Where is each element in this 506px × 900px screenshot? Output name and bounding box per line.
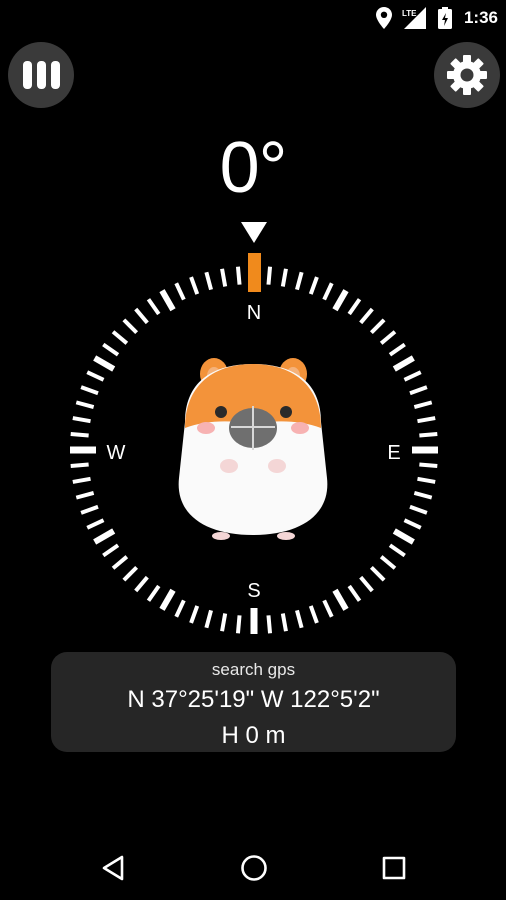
home-button[interactable] xyxy=(232,846,276,890)
compass-tick xyxy=(322,282,334,301)
compass-tick xyxy=(220,613,228,632)
status-bar: LTE 1:36 xyxy=(0,0,506,36)
compass-tick xyxy=(417,416,436,424)
compass-tick xyxy=(419,462,438,469)
compass-tick xyxy=(409,504,428,515)
compass-tick xyxy=(379,555,397,570)
compass-tick xyxy=(159,588,176,611)
compass-tick xyxy=(174,599,186,618)
compass-tick xyxy=(189,276,200,295)
compass-tick xyxy=(159,289,176,312)
compass-tick xyxy=(403,370,422,382)
compass-tick xyxy=(409,385,428,396)
compass-tick xyxy=(72,416,91,424)
compass-tick xyxy=(102,342,120,357)
menu-button[interactable] xyxy=(8,42,74,108)
compass-tick xyxy=(308,605,319,624)
compass-tick xyxy=(204,271,213,291)
compass-tick xyxy=(332,289,349,312)
nav-bar xyxy=(0,834,506,900)
compass-tick xyxy=(308,276,319,295)
compass-tick xyxy=(266,615,273,634)
heading-readout: 0° xyxy=(219,128,288,208)
compass-tick xyxy=(122,318,139,335)
compass-tick xyxy=(266,266,273,285)
compass-tick xyxy=(295,609,304,629)
compass-tick xyxy=(347,298,362,316)
coordinates: N 37°25'19" W 122°5'2" xyxy=(127,686,380,713)
compass-tick xyxy=(392,528,415,545)
gps-status: search gps xyxy=(211,660,296,679)
cardinal-east: E xyxy=(387,442,400,464)
hamster-icon xyxy=(178,358,328,540)
three-bars-icon xyxy=(22,61,60,89)
compass-tick xyxy=(111,330,129,345)
compass-tick xyxy=(86,518,105,530)
location-card: search gps N 37°25'19" W 122°5'2" H 0 m xyxy=(51,652,456,752)
compass-tick xyxy=(102,543,120,558)
compass-tick xyxy=(413,491,433,500)
compass-tick xyxy=(220,268,228,287)
compass-tick xyxy=(93,355,116,372)
recents-square-icon xyxy=(382,856,406,880)
network-label: LTE xyxy=(402,9,417,18)
compass-tick xyxy=(80,504,99,515)
battery-icon xyxy=(437,7,452,29)
compass-tick xyxy=(280,613,288,632)
home-circle-icon xyxy=(241,855,267,881)
compass-tick xyxy=(417,476,436,484)
compass-tick xyxy=(392,355,415,372)
compass-tick xyxy=(419,431,438,438)
cardinal-south: S xyxy=(247,580,260,602)
status-time: 1:36 xyxy=(463,8,498,27)
compass-tick xyxy=(403,518,422,530)
heading-pointer-icon xyxy=(241,222,267,243)
compass-tick xyxy=(413,400,433,409)
compass-tick xyxy=(80,385,99,396)
compass-tick xyxy=(75,400,95,409)
compass-tick xyxy=(134,307,149,325)
compass-dial[interactable]: N E S W xyxy=(70,253,438,634)
compass-tick xyxy=(295,271,304,291)
compass-tick xyxy=(122,565,139,582)
compass-tick xyxy=(369,565,386,582)
compass-tick xyxy=(174,282,186,301)
compass-tick xyxy=(75,491,95,500)
compass-tick xyxy=(134,575,149,593)
signal-icon: LTE xyxy=(402,7,428,29)
status-icons: LTE 1:36 xyxy=(375,6,498,30)
compass-tick xyxy=(204,609,213,629)
compass-tick xyxy=(72,476,91,484)
back-button[interactable] xyxy=(92,846,136,890)
cardinal-west: W xyxy=(107,442,126,464)
settings-button[interactable] xyxy=(434,42,500,108)
recents-button[interactable] xyxy=(372,846,416,890)
compass-tick xyxy=(332,588,349,611)
compass-tick xyxy=(189,605,200,624)
north-marker xyxy=(248,253,261,292)
cardinal-north: N xyxy=(247,302,261,324)
compass-tick xyxy=(322,599,334,618)
compass-tick xyxy=(280,268,288,287)
altitude: H 0 m xyxy=(221,722,286,749)
compass-tick xyxy=(93,528,116,545)
gear-icon xyxy=(447,55,487,95)
compass-tick xyxy=(379,330,397,345)
compass-tick xyxy=(235,266,242,285)
compass-tick xyxy=(359,307,374,325)
compass-tick xyxy=(388,342,406,357)
back-triangle-icon xyxy=(102,855,124,881)
compass-tick xyxy=(359,575,374,593)
compass-tick xyxy=(146,298,161,316)
compass-tick xyxy=(369,318,386,335)
compass-tick xyxy=(388,543,406,558)
compass-tick xyxy=(70,462,89,469)
location-pin-icon xyxy=(375,7,392,29)
compass-tick xyxy=(70,431,89,438)
compass-tick xyxy=(146,584,161,602)
compass-tick xyxy=(235,615,242,634)
compass-tick xyxy=(111,555,129,570)
compass-tick xyxy=(86,370,105,382)
compass-tick xyxy=(347,584,362,602)
